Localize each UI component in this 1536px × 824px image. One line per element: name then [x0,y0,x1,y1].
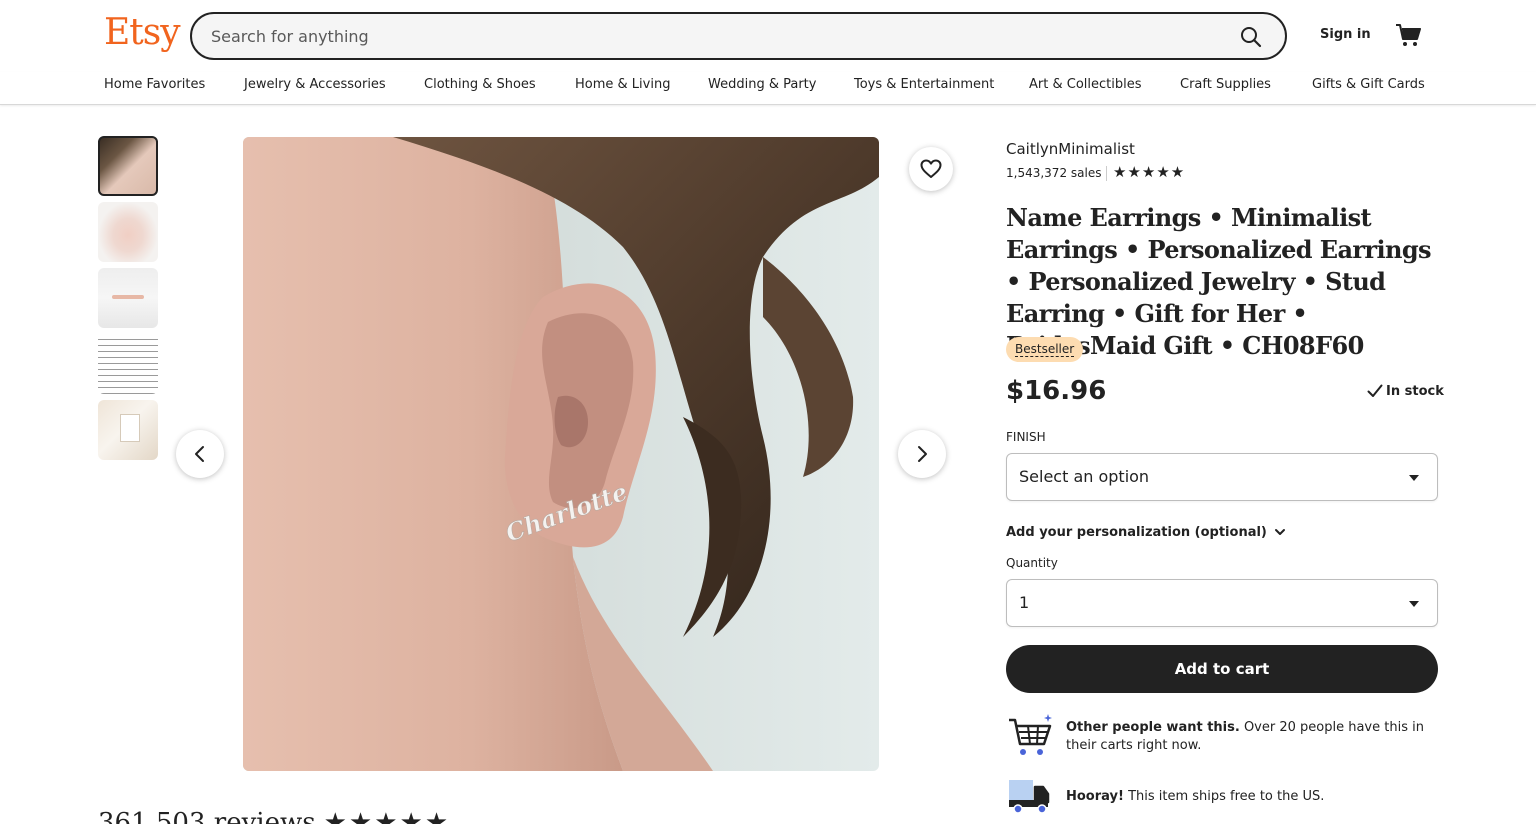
price: $16.96 [1006,376,1107,406]
thumbnail-3[interactable] [98,268,158,328]
shipping-notice: Hooray! This item ships free to the US. [1006,776,1438,816]
shipping-text: Hooray! This item ships free to the US. [1066,788,1438,806]
sales-count: 1,543,372 sales [1006,166,1102,180]
category-jewelry-accessories[interactable]: Jewelry & Accessories [244,77,386,92]
category-home-favorites[interactable]: Home Favorites [104,77,205,92]
shopping-cart-icon [1009,714,1052,755]
site-header: Etsy Search for anything Sign in [0,0,1536,72]
thumbnail-1[interactable] [98,136,158,196]
ear-photo-illustration: Charlotte [243,137,879,771]
add-to-cart-button[interactable]: Add to cart [1006,645,1438,693]
bestseller-badge[interactable]: Bestseller [1006,337,1084,362]
demand-bold: Other people want this. [1066,720,1240,735]
favorite-button[interactable] [909,147,953,191]
category-nav: Home Favorites Jewelry & Accessories Clo… [0,72,1536,105]
etsy-logo[interactable]: Etsy [104,12,181,53]
category-art-collectibles[interactable]: Art & Collectibles [1029,77,1141,92]
category-clothing-shoes[interactable]: Clothing & Shoes [424,77,536,92]
personalization-toggle[interactable]: Add your personalization (optional) [1006,525,1287,540]
category-wedding-party[interactable]: Wedding & Party [708,77,816,92]
previous-image-button[interactable] [176,430,224,478]
chevron-left-icon [195,446,204,462]
shipping-bold: Hooray! [1066,789,1124,804]
demand-text: Other people want this. Over 20 people h… [1066,719,1438,755]
chevron-right-icon [918,446,927,462]
chevron-down-icon [1274,529,1285,535]
shipping-detail: This item ships free to the US. [1123,789,1325,804]
finish-label: FINISH [1006,430,1046,444]
next-image-button[interactable] [898,430,946,478]
category-gifts-gift-cards[interactable]: Gifts & Gift Cards [1312,77,1425,92]
demand-notice: Other people want this. Over 20 people h… [1006,712,1438,760]
product-image: Charlotte [243,137,879,771]
reviews-stars: ★★★★★ [323,808,451,824]
thumbnail-5[interactable] [98,400,158,460]
checkmark-icon [1367,384,1383,397]
category-craft-supplies[interactable]: Craft Supplies [1180,77,1271,92]
delivery-truck-icon [1009,780,1050,814]
stock-label: In stock [1386,384,1444,399]
shop-name-link[interactable]: CaitlynMinimalist [1006,140,1135,158]
bestseller-label: Bestseller [1015,342,1075,357]
finish-select[interactable]: Select an option [1006,453,1438,501]
cart-icon[interactable] [1395,23,1421,47]
caret-down-icon [1409,601,1419,607]
search-input[interactable]: Search for anything [211,27,369,46]
star-rating[interactable]: ★★★★★ [1113,163,1185,181]
reviews-heading: 361,503 reviews ★★★★★ [98,808,450,824]
thumbnail-4[interactable] [98,334,158,394]
search-bar[interactable]: Search for anything [190,12,1287,60]
category-toys-entertainment[interactable]: Toys & Entertainment [854,77,994,92]
sales-divider [1106,166,1107,181]
caret-down-icon [1409,475,1419,481]
thumbnail-2[interactable] [98,202,158,262]
category-home-living[interactable]: Home & Living [575,77,670,92]
quantity-label: Quantity [1006,556,1058,570]
stock-status: In stock [1367,384,1444,399]
reviews-count: 361,503 reviews [98,808,316,824]
quantity-select-value: 1 [1019,593,1030,612]
personalization-label: Add your personalization (optional) [1006,525,1267,540]
sign-in-button[interactable]: Sign in [1320,27,1371,42]
heart-icon [920,159,942,178]
search-icon[interactable] [1239,25,1263,49]
finish-select-value: Select an option [1019,467,1150,486]
quantity-select[interactable]: 1 [1006,579,1438,627]
